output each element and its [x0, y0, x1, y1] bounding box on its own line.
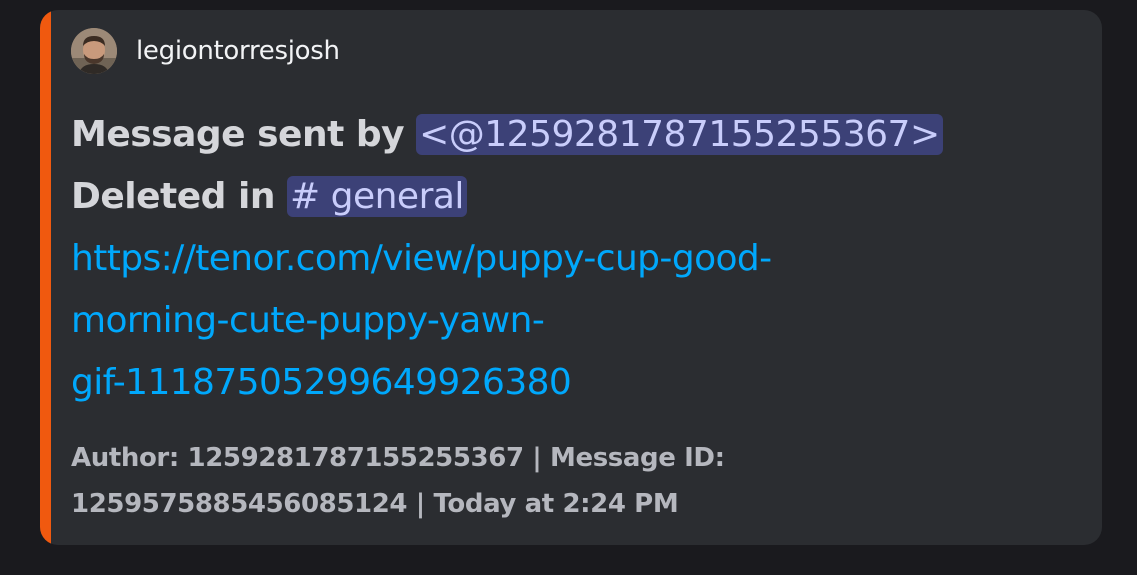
deleted-message-embed: legiontorresjosh Message sent by <@12592… — [40, 10, 1102, 545]
embed-content: legiontorresjosh Message sent by <@12592… — [71, 10, 1082, 545]
deleted-in-label: Deleted in — [71, 176, 275, 217]
link-line-2[interactable]: morning-cute-puppy-yawn- — [71, 290, 943, 352]
link-line-1[interactable]: https://tenor.com/view/puppy-cup-good- — [71, 228, 943, 290]
user-avatar-icon — [71, 28, 117, 74]
embed-description: Message sent by <@1259281787155255367> D… — [71, 104, 943, 414]
footer-line-2: 1259575885456085124 | Today at 2:24 PM — [71, 489, 679, 519]
author-avatar[interactable] — [71, 28, 117, 74]
deleted-in-line: Deleted in # general — [71, 166, 943, 228]
sent-by-label: Message sent by — [71, 114, 405, 155]
channel-mention[interactable]: # general — [287, 176, 467, 217]
user-mention[interactable]: <@1259281787155255367> — [416, 114, 943, 155]
embed-accent-bar — [40, 10, 51, 545]
link-line-3[interactable]: gif-11187505299649926380 — [71, 352, 943, 414]
message-link[interactable]: https://tenor.com/view/puppy-cup-good- m… — [71, 228, 943, 414]
footer-line-1: Author: 1259281787155255367 | Message ID… — [71, 443, 725, 473]
embed-author: legiontorresjosh — [71, 28, 340, 74]
author-name[interactable]: legiontorresjosh — [136, 36, 340, 66]
sent-by-line: Message sent by <@1259281787155255367> — [71, 104, 943, 166]
embed-footer: Author: 1259281787155255367 | Message ID… — [71, 435, 725, 527]
